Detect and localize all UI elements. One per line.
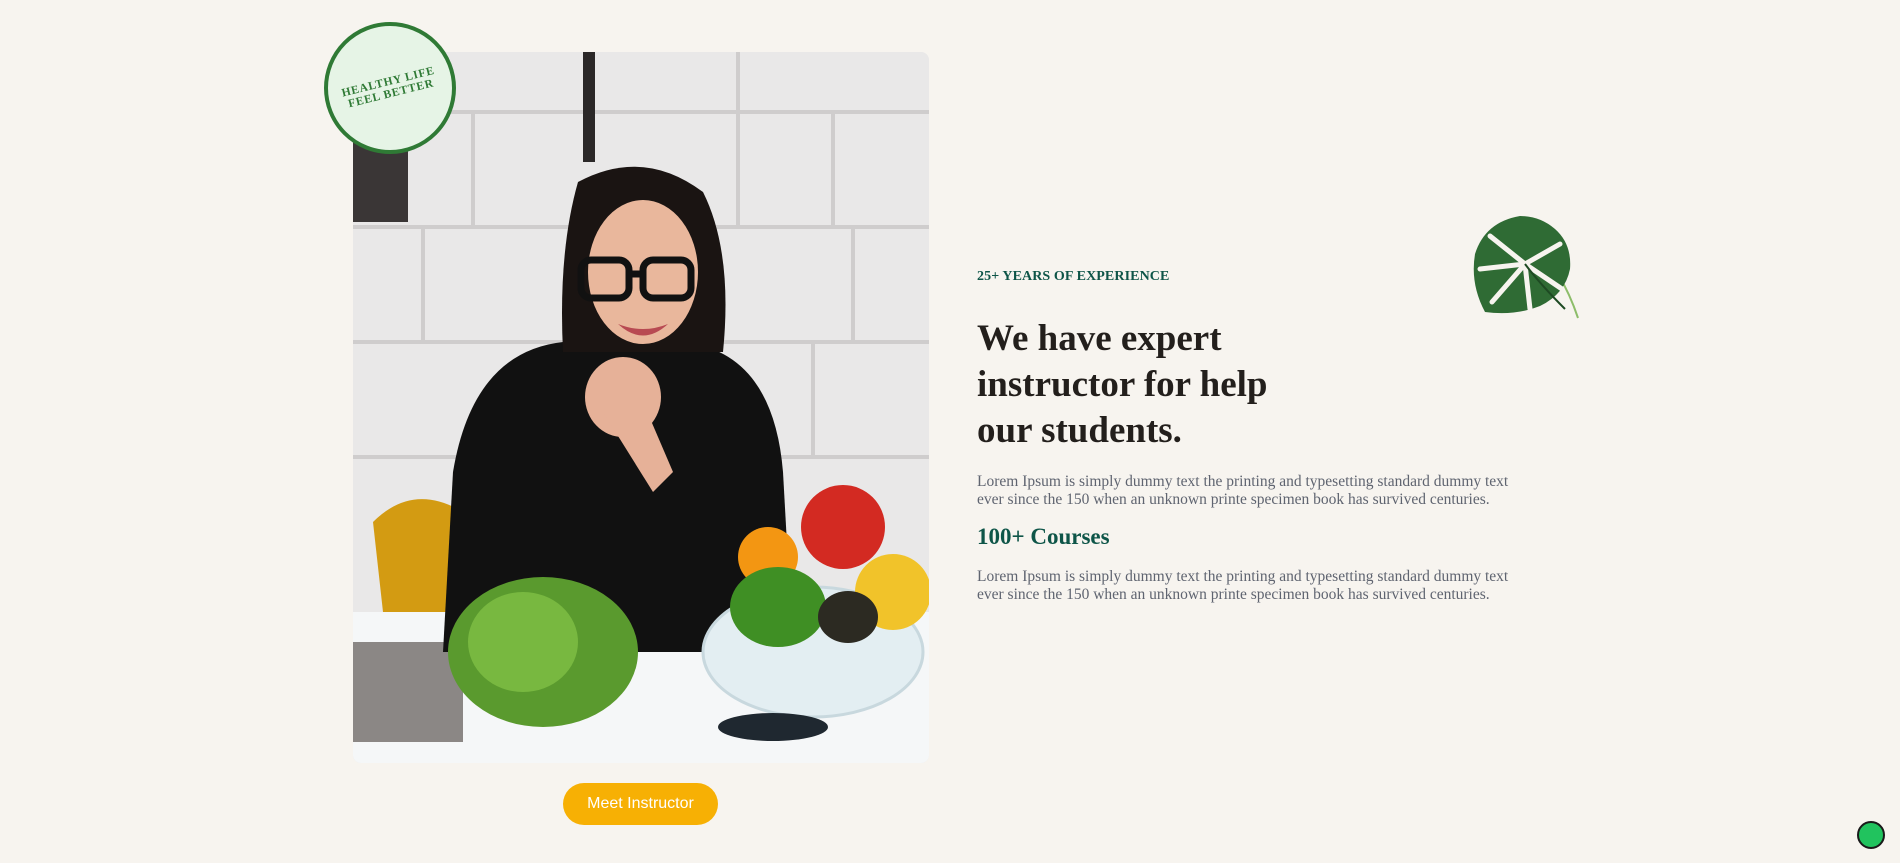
monstera-leaf-icon: [1473, 216, 1579, 319]
heading-line-3: our students.: [977, 410, 1182, 451]
healthy-life-badge: HEALTHY LIFE FEEL BETTER: [324, 22, 456, 154]
heading-line-2: instructor for help: [977, 364, 1268, 405]
courses-count: 100+ Courses: [977, 524, 1110, 549]
badge-text: HEALTHY LIFE FEEL BETTER: [341, 65, 439, 111]
instructor-photo-illustration: [353, 52, 929, 763]
meet-instructor-button[interactable]: Meet Instructor: [563, 783, 718, 825]
about-paragraph-1: Lorem Ipsum is simply dummy text the pri…: [977, 473, 1509, 508]
heading-line-1: We have expert: [977, 318, 1222, 359]
section-heading: We have expert instructor for help our s…: [977, 316, 1297, 454]
about-paragraph-2: Lorem Ipsum is simply dummy text the pri…: [977, 568, 1509, 603]
page: HEALTHY LIFE FEEL BETTER Meet Instructor…: [0, 0, 1900, 863]
experience-eyebrow: 25+ YEARS OF EXPERIENCE: [977, 269, 1170, 284]
instructor-photo: [353, 52, 929, 763]
chat-widget-icon[interactable]: [1857, 821, 1885, 849]
